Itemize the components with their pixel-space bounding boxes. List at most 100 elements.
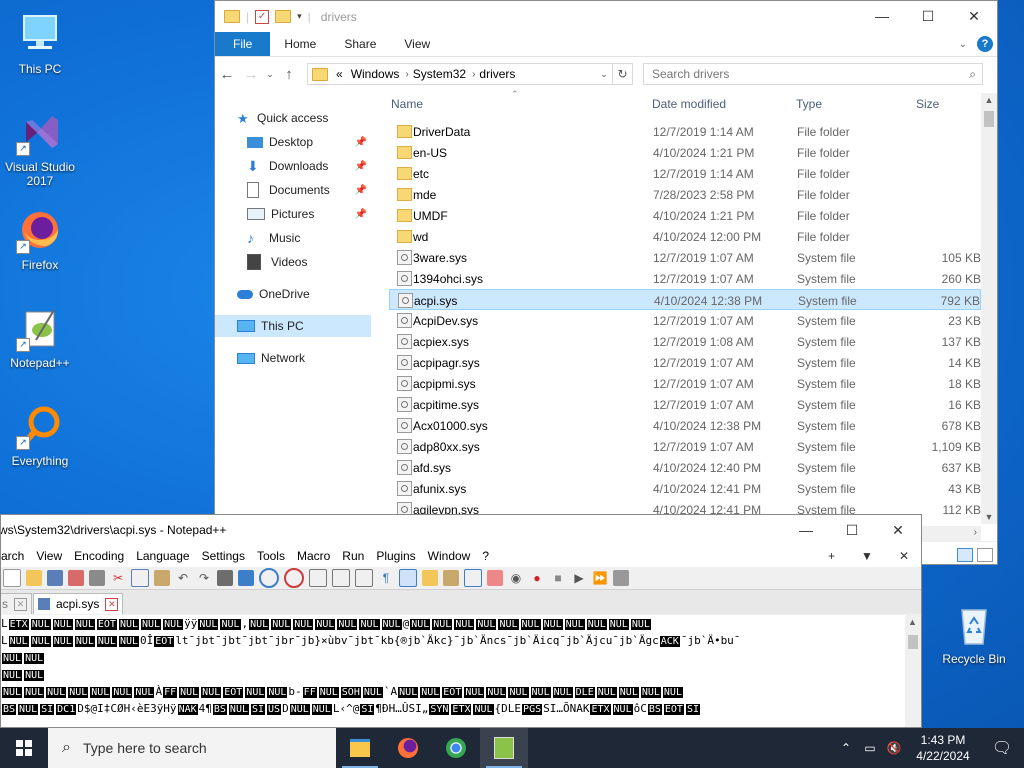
menu-search[interactable]: arch [1,549,30,563]
zoom-in-icon[interactable] [259,568,279,588]
desktop-icon-this-pc[interactable]: This PC [0,10,80,76]
scroll-down-icon[interactable]: ▼ [981,512,997,522]
run-macro-multi-icon[interactable]: ⏩ [592,570,608,586]
nav-onedrive[interactable]: OneDrive [215,283,371,305]
vertical-scrollbar[interactable]: ▲ ▼ [981,93,997,524]
scroll-thumb[interactable] [984,111,994,127]
record-macro-icon[interactable]: ● [529,570,545,586]
find-icon[interactable] [217,570,233,586]
nav-documents[interactable]: Documents 📌 [215,179,371,201]
breadcrumb-windows[interactable]: Windows [351,67,400,81]
chevron-down-icon[interactable]: ▼ [855,549,879,563]
minimize-button[interactable]: — [783,515,829,545]
nav-videos[interactable]: Videos [215,251,371,273]
menu-encoding[interactable]: Encoding [68,549,130,563]
sync-v-icon[interactable] [309,569,327,587]
save-icon[interactable] [47,570,63,586]
refresh-button[interactable]: ↻ [613,63,633,85]
close-button[interactable]: ✕ [951,1,997,32]
desktop-icon-firefox[interactable]: ↗ Firefox [0,206,80,272]
recent-locations-icon[interactable]: ⌄ [263,69,277,80]
folder-workspace-icon[interactable] [487,570,503,586]
nav-quick-access[interactable]: ★ Quick access [215,107,371,129]
network-icon[interactable]: ▭ [858,741,882,755]
properties-icon[interactable]: ✓ [255,9,270,24]
scroll-right-icon[interactable]: › [974,527,977,538]
table-row[interactable]: acpipmi.sys 12/7/2019 1:07 AM System file 1… [389,373,981,394]
new-tab-plus-icon[interactable]: + [822,549,841,563]
desktop-icon-recycle-bin[interactable]: Recycle Bin [934,600,1014,666]
nav-desktop[interactable]: Desktop 📌 [215,131,371,153]
scroll-up-icon[interactable]: ▲ [981,95,997,105]
doc-map-icon[interactable] [443,570,459,586]
table-row[interactable]: 1394ohci.sys 12/7/2019 1:07 AM System file… [389,268,981,289]
taskbar-firefox[interactable] [384,728,432,768]
column-type[interactable]: Type [796,97,822,111]
open-file-icon[interactable] [26,570,42,586]
breadcrumb-system32[interactable]: System32 [413,67,466,81]
table-row[interactable]: mde 7/28/2023 2:58 PM File folder [389,184,981,205]
clock[interactable]: 1:43 PM 4/22/2024 [906,732,980,764]
notifications-icon[interactable]: 🗨 [980,738,1024,758]
taskbar-chrome[interactable] [432,728,480,768]
stop-macro-icon[interactable]: ■ [550,570,566,586]
table-row[interactable]: 3ware.sys 12/7/2019 1:07 AM System file 105… [389,247,981,268]
indent-guide-icon[interactable] [399,569,417,587]
pin-icon[interactable]: 📌 [355,185,367,196]
sync-h-icon[interactable] [332,569,350,587]
menu-macro[interactable]: Macro [291,549,336,563]
undo-icon[interactable]: ↶ [175,570,191,586]
table-row[interactable]: acpitime.sys 12/7/2019 1:07 AM System file… [389,394,981,415]
nav-music[interactable]: ♪ Music [215,227,371,249]
replace-icon[interactable] [238,570,254,586]
table-row[interactable]: adp80xx.sys 12/7/2019 1:07 AM System file 1… [389,436,981,457]
table-row[interactable]: etc 12/7/2019 1:14 AM File folder [389,163,981,184]
new-file-icon[interactable] [3,569,21,587]
close-tab-icon[interactable]: ✕ [105,597,119,611]
scroll-thumb[interactable] [908,635,918,649]
print-icon[interactable] [89,570,105,586]
large-icons-view-button[interactable] [977,548,993,562]
save-all-icon[interactable] [68,570,84,586]
table-row[interactable]: en-US 4/10/2024 1:21 PM File folder [389,142,981,163]
minimize-button[interactable]: — [859,1,905,32]
editor-area[interactable]: L ETX NUL NUL NUL EOT NUL NUL NUL ÿÿ NUL NUL, NUL NUL… [1,615,905,727]
volume-muted-icon[interactable]: 🔇 [882,741,906,755]
menu-settings[interactable]: Settings [196,549,251,563]
menu-plugins[interactable]: Plugins [370,549,421,563]
breadcrumb-drivers[interactable]: drivers [479,67,515,81]
column-date-modified[interactable]: Date modified [652,97,726,111]
back-button[interactable]: ← [215,66,239,83]
menu-tools[interactable]: Tools [251,549,291,563]
column-size[interactable]: Size [916,97,939,111]
help-icon[interactable]: ? [977,36,993,52]
menu-help[interactable]: ? [476,549,495,563]
editor-vertical-scrollbar[interactable]: ▲ [905,615,921,727]
desktop-icon-visual-studio[interactable]: ↗ Visual Studio 2017 [0,108,80,188]
table-row[interactable]: AcpiDev.sys 12/7/2019 1:07 AM System file 2… [389,310,981,331]
play-macro-icon[interactable]: ▶ [571,570,587,586]
menu-view[interactable]: View [30,549,68,563]
close-tab-icon[interactable]: ✕ [14,597,27,611]
pin-icon[interactable]: 📌 [355,209,367,220]
function-list-icon[interactable] [464,569,482,587]
taskbar-notepadpp[interactable] [480,728,528,768]
save-macro-icon[interactable] [613,570,629,586]
table-row[interactable]: acpi.sys 4/10/2024 12:38 PM System file 792… [389,289,981,310]
table-row[interactable]: Acx01000.sys 4/10/2024 12:38 PM System fil… [389,415,981,436]
paste-icon[interactable] [154,570,170,586]
maximize-button[interactable]: ☐ [905,1,951,32]
tab-home[interactable]: Home [270,32,330,56]
word-wrap-icon[interactable] [355,569,373,587]
nav-network[interactable]: Network [215,347,371,369]
breadcrumb-overflow[interactable]: « [336,67,343,81]
nav-pictures[interactable]: Pictures 📌 [215,203,371,225]
tab-previous-file[interactable]: s ✕ [1,593,32,614]
tab-acpi-sys[interactable]: acpi.sys ✕ [33,593,124,614]
copy-icon[interactable] [131,569,149,587]
desktop-icon-notepadpp[interactable]: ↗ Notepad++ [0,304,80,370]
close-button[interactable]: ✕ [875,515,921,545]
table-row[interactable]: afunix.sys 4/10/2024 12:41 PM System file 4… [389,478,981,499]
start-button[interactable] [0,728,48,768]
desktop-icon-everything[interactable]: ↗ Everything [0,402,80,468]
